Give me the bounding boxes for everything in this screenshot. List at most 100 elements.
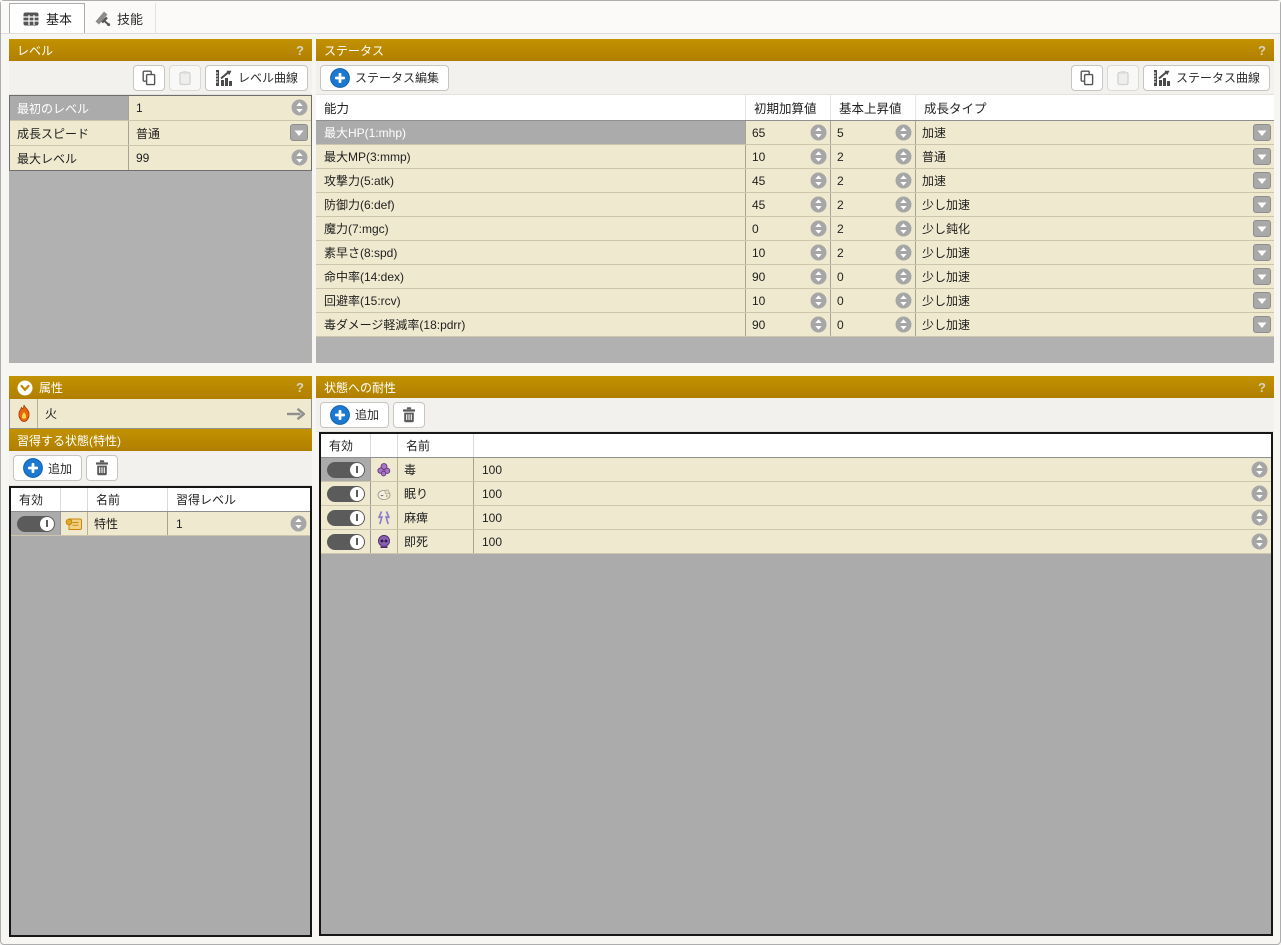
spinner-icon[interactable] — [810, 148, 827, 165]
dropdown-arrow-icon[interactable] — [1253, 220, 1271, 237]
growth-cell[interactable]: 普通 — [916, 145, 1274, 168]
spinner-icon[interactable] — [895, 244, 912, 261]
level-initial-label[interactable]: 最初のレベル — [10, 96, 129, 120]
initial-cell[interactable]: 65 — [746, 121, 831, 144]
growth-cell[interactable]: 加速 — [916, 121, 1274, 144]
ability-cell[interactable]: 素早さ(8:spd) — [316, 241, 746, 264]
state-level-cell[interactable]: 1 — [168, 512, 310, 535]
enabled-cell[interactable] — [321, 482, 371, 505]
status-help-button[interactable]: ? — [1258, 43, 1266, 58]
enabled-toggle[interactable] — [327, 534, 365, 550]
spinner-icon[interactable] — [810, 316, 827, 333]
status-row[interactable]: 魔力(7:mgc) 0 2 少し鈍化 — [316, 217, 1274, 241]
state-name-cell[interactable]: 即死 — [398, 530, 474, 553]
resistance-value-cell[interactable]: 100 — [474, 530, 1271, 553]
status-row[interactable]: 防御力(6:def) 45 2 少し加速 — [316, 193, 1274, 217]
dropdown-arrow-icon[interactable] — [1253, 244, 1271, 261]
ability-cell[interactable]: 防御力(6:def) — [316, 193, 746, 216]
trait-icon-cell[interactable] — [61, 512, 88, 535]
add-resistance-button[interactable]: 追加 — [320, 402, 389, 428]
resistance-row-instant-death[interactable]: 即死 100 — [321, 530, 1271, 554]
ability-cell[interactable]: 最大HP(1:mhp) — [316, 121, 746, 144]
dropdown-arrow-icon[interactable] — [1253, 268, 1271, 285]
resistance-row-poison[interactable]: 毒 100 — [321, 458, 1271, 482]
status-row[interactable]: 回避率(15:rcv) 10 0 少し加速 — [316, 289, 1274, 313]
delete-resistance-button[interactable] — [393, 402, 425, 428]
collapse-chevron-icon[interactable] — [17, 380, 33, 396]
dropdown-arrow-icon[interactable] — [1253, 196, 1271, 213]
level-max-label[interactable]: 最大レベル — [10, 146, 129, 170]
level-initial-value-cell[interactable]: 1 — [129, 96, 311, 120]
state-name-cell[interactable]: 特性 — [88, 512, 168, 535]
initial-cell[interactable]: 10 — [746, 241, 831, 264]
spinner-icon[interactable] — [810, 220, 827, 237]
enabled-toggle[interactable] — [327, 486, 365, 502]
enabled-cell[interactable] — [321, 530, 371, 553]
growth-cell[interactable]: 少し加速 — [916, 313, 1274, 336]
paste-button[interactable] — [169, 65, 201, 91]
growth-cell[interactable]: 少し加速 — [916, 289, 1274, 312]
base-cell[interactable]: 2 — [831, 241, 916, 264]
dropdown-arrow-icon[interactable] — [290, 124, 308, 141]
ability-cell[interactable]: 魔力(7:mgc) — [316, 217, 746, 240]
add-state-button[interactable]: 追加 — [13, 455, 82, 481]
base-cell[interactable]: 2 — [831, 145, 916, 168]
learned-state-row[interactable]: 特性 1 — [11, 512, 310, 536]
initial-cell[interactable]: 90 — [746, 313, 831, 336]
growth-cell[interactable]: 少し加速 — [916, 193, 1274, 216]
enabled-toggle[interactable] — [327, 462, 365, 478]
dropdown-arrow-icon[interactable] — [1253, 148, 1271, 165]
arrow-right-icon[interactable] — [285, 407, 305, 421]
level-curve-button[interactable]: レベル曲線 — [205, 65, 308, 91]
spinner-icon[interactable] — [895, 124, 912, 141]
spinner-icon[interactable] — [810, 172, 827, 189]
enabled-toggle[interactable] — [17, 516, 55, 532]
state-name-cell[interactable]: 麻痺 — [398, 506, 474, 529]
status-row[interactable]: 最大HP(1:mhp) 65 5 加速 — [316, 121, 1274, 145]
spinner-icon[interactable] — [810, 196, 827, 213]
base-cell[interactable]: 2 — [831, 217, 916, 240]
enabled-cell[interactable] — [11, 512, 61, 535]
state-icon-cell[interactable] — [371, 482, 398, 505]
spinner-icon[interactable] — [290, 515, 307, 532]
level-row-initial[interactable]: 最初のレベル 1 — [10, 96, 311, 120]
attribute-item-fire[interactable]: 火 — [9, 399, 312, 429]
resistance-row-paralysis[interactable]: 麻痺 100 — [321, 506, 1271, 530]
ability-cell[interactable]: 回避率(15:rcv) — [316, 289, 746, 312]
level-speed-value-cell[interactable]: 普通 — [129, 121, 311, 145]
spinner-icon[interactable] — [291, 149, 308, 166]
ability-cell[interactable]: 最大MP(3:mmp) — [316, 145, 746, 168]
enabled-toggle[interactable] — [327, 510, 365, 526]
delete-state-button[interactable] — [86, 455, 118, 481]
level-row-speed[interactable]: 成長スピード 普通 — [10, 120, 311, 145]
spinner-icon[interactable] — [895, 172, 912, 189]
status-row[interactable]: 攻撃力(5:atk) 45 2 加速 — [316, 169, 1274, 193]
level-row-max[interactable]: 最大レベル 99 — [10, 145, 311, 170]
resistance-row-sleep[interactable]: 眠り 100 — [321, 482, 1271, 506]
state-icon-cell[interactable] — [371, 530, 398, 553]
spinner-icon[interactable] — [1251, 485, 1268, 502]
resistance-value-cell[interactable]: 100 — [474, 458, 1271, 481]
resistance-value-cell[interactable]: 100 — [474, 506, 1271, 529]
initial-cell[interactable]: 45 — [746, 169, 831, 192]
status-row[interactable]: 毒ダメージ軽減率(18:pdrr) 90 0 少し加速 — [316, 313, 1274, 337]
growth-cell[interactable]: 少し加速 — [916, 265, 1274, 288]
growth-cell[interactable]: 加速 — [916, 169, 1274, 192]
tab-skills[interactable]: 技能 — [81, 3, 156, 33]
status-curve-button[interactable]: ステータス曲線 — [1143, 65, 1270, 91]
state-icon-cell[interactable] — [371, 506, 398, 529]
level-max-value-cell[interactable]: 99 — [129, 146, 311, 170]
spinner-icon[interactable] — [810, 292, 827, 309]
spinner-icon[interactable] — [895, 196, 912, 213]
spinner-icon[interactable] — [895, 292, 912, 309]
dropdown-arrow-icon[interactable] — [1253, 316, 1271, 333]
dropdown-arrow-icon[interactable] — [1253, 172, 1271, 189]
base-cell[interactable]: 0 — [831, 289, 916, 312]
initial-cell[interactable]: 10 — [746, 289, 831, 312]
spinner-icon[interactable] — [810, 244, 827, 261]
spinner-icon[interactable] — [1251, 461, 1268, 478]
base-cell[interactable]: 0 — [831, 313, 916, 336]
resistance-help-button[interactable]: ? — [1258, 380, 1266, 395]
enabled-cell[interactable] — [321, 506, 371, 529]
resistance-value-cell[interactable]: 100 — [474, 482, 1271, 505]
